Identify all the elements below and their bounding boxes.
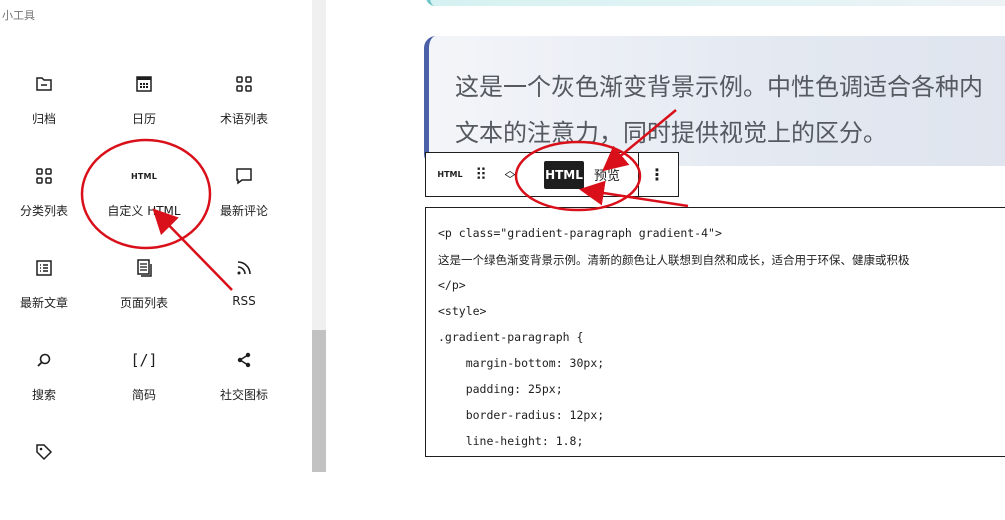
block-label: 日历 xyxy=(131,112,156,126)
block-search[interactable]: 搜索 xyxy=(0,348,88,428)
block-tag-cloud[interactable] xyxy=(0,440,88,520)
gray-gradient-paragraph[interactable]: 这是一个灰色渐变背景示例。中性色调适合各种内 文本的注意力，同时提供视觉上的区分… xyxy=(424,36,1005,166)
editor-canvas: 这是一个灰色渐变背景示例。中性色调适合各种内 文本的注意力，同时提供视觉上的区分… xyxy=(326,0,1005,472)
previous-gradient-block[interactable] xyxy=(426,0,1005,6)
block-label: 术语列表 xyxy=(219,112,268,126)
block-rss[interactable]: RSS xyxy=(200,256,288,336)
rss-icon xyxy=(200,256,288,280)
preview-tab-button[interactable]: 预览 xyxy=(590,153,624,196)
block-category-list[interactable]: 分类列表 xyxy=(0,164,88,244)
block-label: 最新评论 xyxy=(219,204,268,218)
block-toolbar: HTML ⠿ ︿ ﹀ HTML 预览 ⋮ xyxy=(425,152,679,197)
code-line: line-height: 1.8; xyxy=(438,434,584,448)
html-code-editor[interactable]: <p class="gradient-paragraph gradient-4"… xyxy=(425,207,1005,457)
section-title: 小工具 xyxy=(2,9,35,22)
chevron-down-icon[interactable]: ﹀ xyxy=(505,174,516,185)
block-label: 简码 xyxy=(131,388,156,402)
share-icon xyxy=(200,348,288,372)
block-archive[interactable]: 归档 xyxy=(0,72,88,152)
list-icon xyxy=(0,256,88,280)
block-label: 分类列表 xyxy=(19,204,68,218)
block-label: 最新文章 xyxy=(19,296,68,310)
block-page-list[interactable]: 页面列表 xyxy=(100,256,188,336)
block-label: 搜索 xyxy=(31,388,56,402)
sidebar-scrollbar-thumb[interactable] xyxy=(312,330,326,472)
code-line: <p class="gradient-paragraph gradient-4"… xyxy=(438,226,722,240)
code-line: padding: 25px; xyxy=(438,382,563,396)
code-line: 这是一个绿色渐变背景示例。清新的颜色让人联想到自然和成长，适合用于环保、健康或积… xyxy=(438,253,910,267)
shortcode-icon-text: [/] xyxy=(130,351,158,369)
paragraph-text: 这是一个灰色渐变背景示例。中性色调适合各种内 文本的注意力，同时提供视觉上的区分… xyxy=(455,64,1005,156)
block-calendar[interactable]: 日历 xyxy=(100,72,188,152)
drag-handle-icon[interactable]: ⠿ xyxy=(470,153,490,196)
block-term-list[interactable]: 术语列表 xyxy=(200,72,288,152)
code-line: margin-bottom: 30px; xyxy=(438,356,605,370)
more-options-icon[interactable]: ⋮ xyxy=(646,153,668,196)
shortcode-icon: [/] xyxy=(100,348,188,372)
block-label: 页面列表 xyxy=(119,296,168,310)
block-label: RSS xyxy=(232,294,256,308)
block-social-icons[interactable]: 社交图标 xyxy=(200,348,288,428)
tag-icon xyxy=(0,440,88,464)
archive-icon xyxy=(0,72,88,96)
html-icon: HTML xyxy=(100,164,188,188)
paragraph-line-2: 文本的注意力，同时提供视觉上的区分。 xyxy=(455,119,887,147)
move-up-down-icon[interactable]: ︿ ﹀ xyxy=(498,153,522,196)
comment-icon xyxy=(200,164,288,188)
block-label: 社交图标 xyxy=(219,388,268,402)
block-shortcode[interactable]: [/] 简码 xyxy=(100,348,188,428)
code-line: </p> xyxy=(438,278,466,292)
calendar-icon xyxy=(100,72,188,96)
paragraph-line-1: 这是一个灰色渐变背景示例。中性色调适合各种内 xyxy=(455,73,983,101)
block-custom-html[interactable]: HTML 自定义 HTML xyxy=(100,164,188,244)
pages-icon xyxy=(100,256,188,280)
search-icon xyxy=(0,348,88,372)
block-latest-posts[interactable]: 最新文章 xyxy=(0,256,88,336)
block-type-html-icon[interactable]: HTML xyxy=(434,153,466,196)
html-icon-text: HTML xyxy=(130,171,157,181)
block-latest-comments[interactable]: 最新评论 xyxy=(200,164,288,244)
block-inserter-panel: 小工具 归档 日历 术语列表 分类列表 HTML 自定义 HTML 最新评论 最… xyxy=(0,0,312,472)
grid-icon xyxy=(0,164,88,188)
grid-icon xyxy=(200,72,288,96)
code-line: border-radius: 12px; xyxy=(438,408,605,422)
block-label: 自定义 HTML xyxy=(107,204,181,218)
code-line: .gradient-paragraph { xyxy=(438,330,584,344)
toolbar-divider xyxy=(638,153,639,196)
html-tab-button[interactable]: HTML xyxy=(544,161,584,189)
block-label: 归档 xyxy=(31,112,56,126)
code-line: <style> xyxy=(438,304,487,318)
